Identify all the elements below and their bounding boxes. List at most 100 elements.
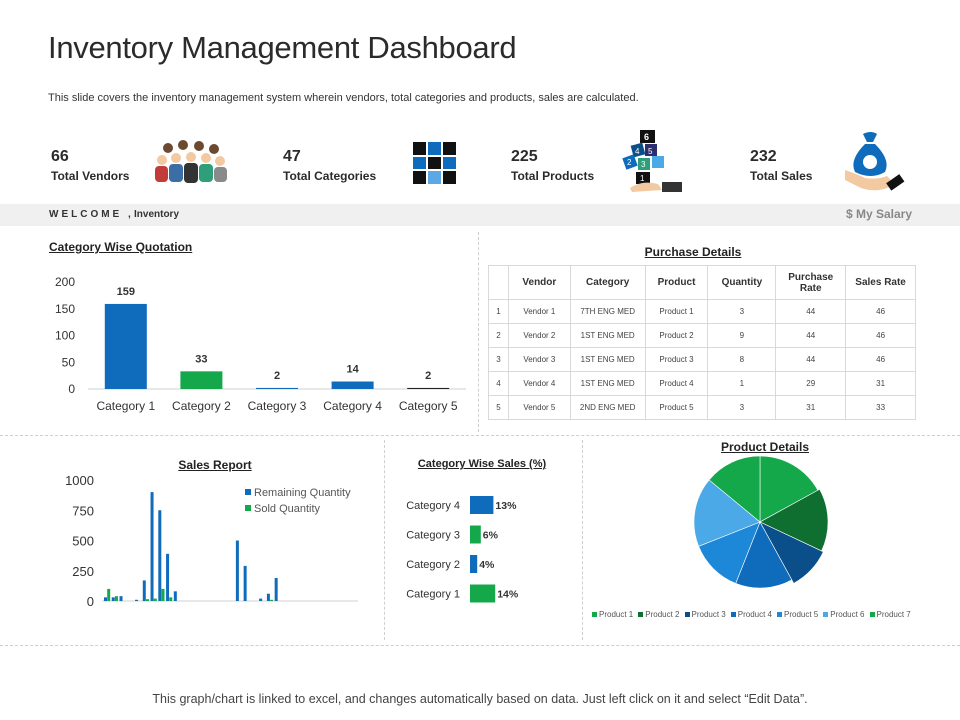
sold-quantity-bar [169,597,173,601]
my-salary-link[interactable]: $ My Salary [846,207,912,221]
y-tick-label: 150 [55,302,75,316]
table-cell: 31 [845,371,916,396]
numbered-cubes-icon: 6 4 5 2 3 1 [622,130,682,192]
legend-swatch [245,489,251,495]
legend-label: Product 4 [737,610,772,619]
table-cell: 1 [707,371,777,396]
table-cell: Product 3 [644,347,709,372]
y-tick-label: 1000 [65,473,94,488]
sold-quantity-bar [145,599,149,601]
table-cell: Vendor 3 [507,347,571,372]
divider [0,645,960,646]
category-quotation-chart[interactable]: 0 50 100 150 200 159 Category 1 33 Category 2 2 Ca… [40,268,470,418]
quotation-chart-title: Category Wise Quotation [49,240,193,254]
sold-quantity-bar [270,599,274,601]
remaining-quantity-bar [135,599,139,601]
table-cell: 3 [488,347,509,372]
x-tick-label: Category 3 [248,399,307,413]
legend-item: Product 4 [730,610,772,619]
legend-swatch [869,612,875,617]
legend-swatch [823,612,829,617]
grid-squares-icon [413,142,456,184]
remaining-quantity-bar [235,540,239,601]
x-tick-label: Category 1 [96,399,155,413]
kpi-products: 225 Total Products [511,148,594,183]
y-tick-label: Category 3 [406,530,460,542]
bar [407,387,450,389]
table-cell: 29 [775,371,847,396]
category-sales-chart[interactable]: Category 4 13% Category 3 6% Category 2 4% Cat… [392,486,577,614]
kpi-value: 47 [283,148,301,165]
legend-swatch [684,612,690,617]
legend-swatch [638,612,644,617]
table-cell: 44 [775,299,847,324]
table-header-row: Vendor Category Product Quantity Purchas… [488,265,916,300]
table-cell: 2 [488,323,509,348]
bar-data-label: 2 [425,370,431,382]
legend-swatch [592,612,597,617]
bar-data-label: 14% [497,589,519,601]
svg-text:5: 5 [648,147,653,156]
table-cell: Product 2 [644,323,709,348]
bar [470,496,494,514]
table-row: 3 Vendor 3 1ST ENG MED Product 3 8 44 46 [488,347,916,372]
svg-text:3: 3 [641,160,646,169]
bar [470,525,481,544]
x-tick-label: Category 4 [323,399,382,413]
bar [256,387,298,389]
table-cell: 3 [707,395,777,420]
table-cell: Product 4 [644,371,709,396]
table-cell: 3 [707,299,777,324]
table-cell: 44 [775,323,847,348]
kpi-label: Total Categories [283,169,377,183]
table-cell: Vendor 5 [507,395,571,420]
legend-label: Remaining Quantity [254,487,351,499]
y-tick-label: Category 1 [406,589,460,601]
legend-swatch [777,612,782,617]
y-tick-label: 500 [72,534,94,549]
table-cell: 5 [488,395,509,420]
kpi-value: 66 [51,148,69,165]
category-sales-title: Category Wise Sales (%) [417,458,547,470]
table-row: 1 Vendor 1 7TH ENG MED Product 1 3 44 46 [488,299,916,324]
table-cell: 44 [775,347,847,372]
bar [470,555,478,573]
legend-item: Product 5 [777,610,818,619]
table-cell: Product 1 [644,299,709,324]
money-bag-hand-icon [845,132,905,191]
kpi-value: 225 [511,148,538,165]
legend-label: Product 1 [599,610,634,619]
remaining-quantity-bar [111,597,115,601]
bar-data-label: 14 [346,364,359,376]
bar-data-label: 2 [274,370,280,382]
remaining-quantity-bar [266,593,270,601]
y-tick-label: 50 [62,355,76,369]
kpi-label: Total Vendors [51,169,130,183]
sold-quantity-bar [107,588,111,601]
table-cell: 33 [845,395,916,420]
divider [478,232,479,432]
purchase-details-table: Vendor Category Product Quantity Purchas… [488,265,916,420]
table-cell: 31 [775,395,847,420]
legend-item: Product 2 [638,610,680,619]
sales-report-chart[interactable]: 0 250 500 750 1000 Remaining Quantity Sold Qua… [50,470,370,612]
svg-text:4: 4 [635,147,640,156]
legend-swatch [730,612,736,617]
welcome-greeting: WELCOME , [49,209,134,220]
remaining-quantity-bar [104,597,107,601]
legend-swatch [245,505,251,511]
svg-text:6: 6 [644,132,649,142]
column-header: Product [644,265,709,300]
remaining-quantity-bar [150,492,154,601]
table-row: 2 Vendor 2 1ST ENG MED Product 2 9 44 46 [488,323,916,348]
table-cell: 46 [845,347,916,372]
table-cell: 7TH ENG MED [569,299,646,324]
purchase-details-title: Purchase Details [644,245,742,259]
remaining-quantity-bar [274,578,278,601]
table-row: 4 Vendor 4 1ST ENG MED Product 4 1 29 31 [488,371,916,396]
column-header: Purchase Rate [775,265,847,300]
divider [582,440,583,640]
table-cell: 9 [707,323,777,348]
bar [180,371,223,389]
product-details-pie-chart[interactable] [680,452,845,600]
